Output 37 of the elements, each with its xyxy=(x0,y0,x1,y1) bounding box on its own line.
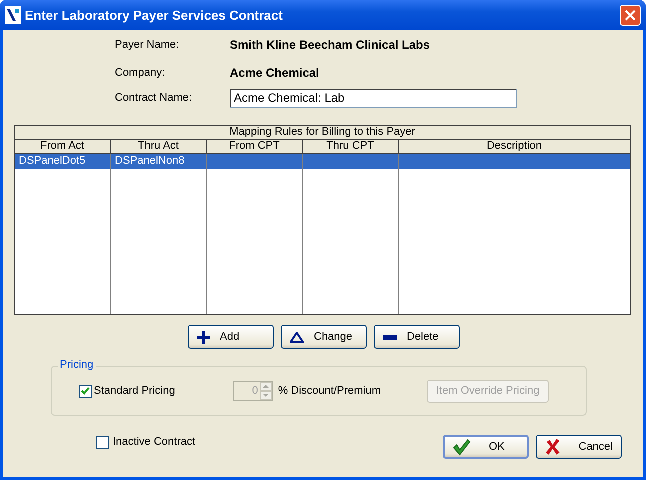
add-button[interactable]: Add xyxy=(188,325,274,349)
payer-name-value: Smith Kline Beecham Clinical Labs xyxy=(230,38,430,52)
column-header[interactable]: From CPT xyxy=(207,140,303,154)
group-title: Pricing xyxy=(58,359,96,371)
checkbox-label[interactable]: Inactive Contract xyxy=(113,436,196,448)
table-cell[interactable] xyxy=(399,154,630,170)
close-icon xyxy=(625,10,636,20)
checkbox-label[interactable]: Standard Pricing xyxy=(94,385,176,397)
close-button[interactable] xyxy=(620,4,641,26)
field-label: Company: xyxy=(114,67,166,79)
column-header[interactable]: From Act xyxy=(15,140,111,154)
change-button[interactable]: Change xyxy=(281,325,367,349)
window-title: Enter Laboratory Payer Services Contract xyxy=(25,8,284,22)
table-cell[interactable] xyxy=(207,154,302,170)
discount-label: % Discount/Premium xyxy=(278,385,382,397)
table-title: Mapping Rules for Billing to this Payer xyxy=(15,126,630,140)
checkbox[interactable] xyxy=(96,436,109,448)
ok-button[interactable]: OK xyxy=(443,435,529,459)
minus-icon xyxy=(383,334,397,340)
table-cell[interactable]: DSPanelDot5 xyxy=(15,154,110,170)
cross-icon xyxy=(545,439,561,455)
app-logo-icon xyxy=(5,6,21,24)
field-label: Contract Name: xyxy=(114,92,194,104)
column-header[interactable]: Description xyxy=(399,140,631,154)
cancel-button[interactable]: Cancel xyxy=(536,435,622,459)
column-header[interactable]: Thru Act xyxy=(111,140,207,154)
company-value: Acme Chemical xyxy=(230,66,320,80)
table-cell[interactable]: DSPanelNon8 xyxy=(111,154,206,170)
contract-name-field[interactable]: Acme Chemical: Lab xyxy=(230,88,517,108)
column-header[interactable]: Thru CPT xyxy=(303,140,399,154)
triangle-icon xyxy=(290,332,304,342)
table-cell[interactable] xyxy=(303,154,398,170)
plus-icon xyxy=(197,330,210,344)
delete-button[interactable]: Delete xyxy=(374,325,460,349)
field-label: Payer Name: xyxy=(114,39,180,51)
checkbox[interactable] xyxy=(79,384,92,398)
checkmark-icon xyxy=(453,438,471,456)
